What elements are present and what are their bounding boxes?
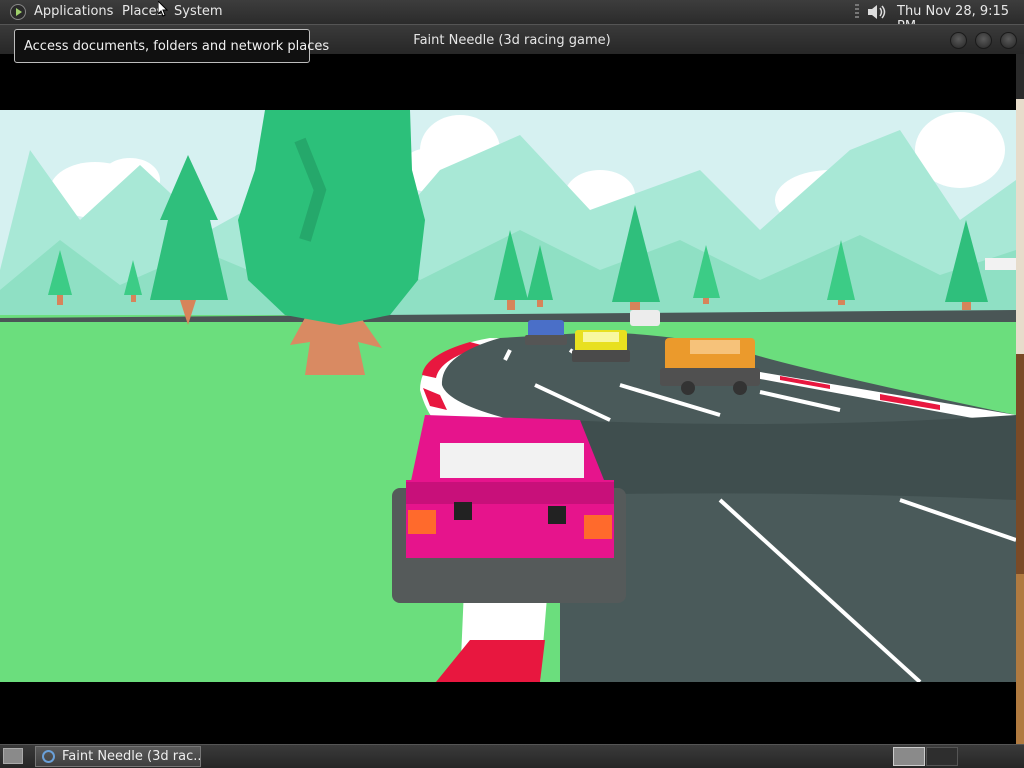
menu-applications[interactable]: Applications <box>34 4 113 19</box>
show-desktop-button[interactable] <box>3 748 23 764</box>
applications-icon[interactable] <box>10 4 26 20</box>
roadside-sign <box>985 258 1016 270</box>
panel-separator <box>855 4 859 20</box>
bottom-panel: Faint Needle (3d rac... <box>0 744 1024 768</box>
opponent-car-blue <box>525 320 567 345</box>
workspace-1[interactable] <box>893 747 925 766</box>
game-window-icon <box>42 750 55 763</box>
workspace-2[interactable] <box>926 747 958 766</box>
taskbar-window-button[interactable]: Faint Needle (3d rac... <box>35 746 201 767</box>
maximize-button[interactable] <box>975 32 992 49</box>
close-button[interactable] <box>1000 32 1017 49</box>
opponent-car-white <box>630 310 660 326</box>
minimize-button[interactable] <box>950 32 967 49</box>
opponent-car-yellow <box>572 330 630 362</box>
desktop-background-edge <box>1016 54 1024 744</box>
menu-system[interactable]: System <box>174 4 222 19</box>
volume-icon[interactable] <box>866 3 888 21</box>
game-viewport[interactable] <box>0 110 1016 682</box>
mouse-pointer-icon <box>158 1 168 17</box>
taskbar-window-label: Faint Needle (3d rac... <box>62 749 201 764</box>
game-scene <box>0 110 1016 682</box>
letterbox-bottom <box>0 682 1016 744</box>
track-shadow <box>560 415 1016 500</box>
top-panel: Applications Places System Thu Nov 28, 9… <box>0 0 1024 34</box>
places-tooltip: Access documents, folders and network pl… <box>14 29 329 63</box>
